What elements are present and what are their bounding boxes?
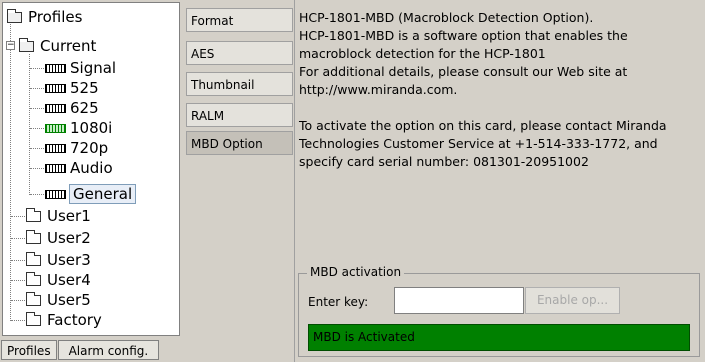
tree-node-label: User4 [47, 271, 91, 289]
description-line: http://www.miranda.com. [299, 82, 458, 97]
tab-thumbnail[interactable]: Thumbnail [186, 72, 293, 96]
folder-icon [26, 207, 41, 222]
tree-node-audio[interactable]: Audio [45, 158, 113, 178]
tree-node-general[interactable]: General [45, 184, 137, 204]
tree-connector [11, 260, 25, 261]
folder-open-icon [7, 8, 22, 23]
tree-connector [11, 280, 25, 281]
tree-node-factory[interactable]: Factory [26, 310, 102, 330]
option-tab-bar: Format AES Thumbnail RALM MBD Option [186, 0, 294, 362]
description-line: For additional details, please consult o… [299, 64, 628, 79]
tab-alarm-config[interactable]: Alarm config. [57, 340, 160, 360]
tree-connector [30, 88, 44, 89]
description-line: specify card serial number: 081301-20951… [299, 154, 589, 169]
tree-connector [29, 54, 30, 195]
tab-ralm[interactable]: RALM [186, 103, 293, 127]
tree-connector [11, 300, 25, 301]
enable-option-button[interactable]: Enable op... [525, 287, 620, 314]
card-icon [45, 103, 66, 113]
tree-connector [30, 68, 44, 69]
tree-node-label: User2 [47, 229, 91, 247]
mbd-activation-group: MBD activation Enter key: Enable op... M… [298, 265, 700, 357]
tree-node-720p[interactable]: 720p [45, 138, 108, 158]
folder-icon [26, 229, 41, 244]
tree-node-label: 720p [70, 139, 109, 157]
tree-node-625[interactable]: 625 [45, 98, 99, 118]
description-line: Technologies Customer Service at +1-514-… [299, 136, 658, 151]
tree-node-525[interactable]: 525 [45, 78, 99, 98]
tree-connector [30, 128, 44, 129]
card-icon [45, 143, 66, 153]
tree-node-user3[interactable]: User3 [26, 250, 91, 270]
tree-connector [30, 108, 44, 109]
tree-node-label: Factory [47, 311, 102, 329]
tree-connector [11, 320, 25, 321]
tree-node-current[interactable]: Current [19, 36, 96, 56]
tree-node-label: Signal [70, 59, 117, 77]
card-icon [45, 83, 66, 93]
description-line: To activate the option on this card, ple… [299, 118, 667, 133]
card-icon [45, 63, 66, 73]
collapse-icon[interactable]: − [6, 41, 15, 50]
activation-status: MBD is Activated [308, 324, 690, 351]
tree-node-label: General [69, 184, 137, 204]
tree-node-label: 1080i [70, 119, 113, 137]
tree-connector [11, 238, 25, 239]
description-line: HCP-1801-MBD (Macroblock Detection Optio… [299, 10, 594, 25]
description-line: macroblock detection for the HCP-1801 [299, 46, 546, 61]
folder-icon [26, 271, 41, 286]
tree-node-user5[interactable]: User5 [26, 290, 91, 310]
tab-mbd-option[interactable]: MBD Option [186, 131, 293, 155]
enter-key-label: Enter key: [308, 295, 369, 309]
folder-icon [26, 291, 41, 306]
tree-node-user4[interactable]: User4 [26, 270, 91, 290]
tree-node-label: User3 [47, 251, 91, 269]
profiles-tree-panel: Profiles − Current Signal 525 625 1080i … [0, 0, 182, 362]
option-description: HCP-1801-MBD (Macroblock Detection Optio… [299, 9, 699, 171]
tree-node-user1[interactable]: User1 [26, 206, 91, 226]
tree-node-label: Profiles [28, 8, 83, 26]
tree-connector [30, 194, 44, 195]
tab-format[interactable]: Format [186, 8, 293, 32]
key-input[interactable] [394, 287, 524, 314]
tree-node-user2[interactable]: User2 [26, 228, 91, 248]
profiles-tree: Profiles − Current Signal 525 625 1080i … [2, 2, 180, 336]
mbd-option-panel: HCP-1801-MBD (Macroblock Detection Optio… [294, 0, 705, 362]
tree-node-label: Audio [70, 159, 113, 177]
description-line [299, 99, 699, 117]
tree-connector [30, 148, 44, 149]
tree-node-signal[interactable]: Signal [45, 58, 116, 78]
tree-node-label: User5 [47, 291, 91, 309]
tree-node-label: 525 [70, 79, 99, 97]
tree-node-label: 625 [70, 99, 99, 117]
folder-open-icon [19, 37, 34, 52]
tree-node-1080i[interactable]: 1080i [45, 118, 112, 138]
card-active-icon [45, 123, 66, 133]
folder-icon [26, 251, 41, 266]
tree-node-label: Current [40, 37, 97, 55]
tree-connector [11, 216, 25, 217]
description-line: HCP-1801-MBD is a software option that e… [299, 28, 628, 43]
tab-aes[interactable]: AES [186, 41, 293, 65]
tree-node-profiles[interactable]: Profiles [7, 7, 82, 27]
card-icon [45, 189, 66, 199]
card-icon [45, 163, 66, 173]
tree-connector [10, 21, 11, 321]
tree-connector [30, 168, 44, 169]
group-title: MBD activation [307, 265, 405, 279]
tree-node-label: User1 [47, 207, 91, 225]
tab-profiles[interactable]: Profiles [1, 340, 57, 360]
folder-icon [26, 311, 41, 326]
bottom-tab-bar: Profiles Alarm config. [1, 340, 160, 361]
